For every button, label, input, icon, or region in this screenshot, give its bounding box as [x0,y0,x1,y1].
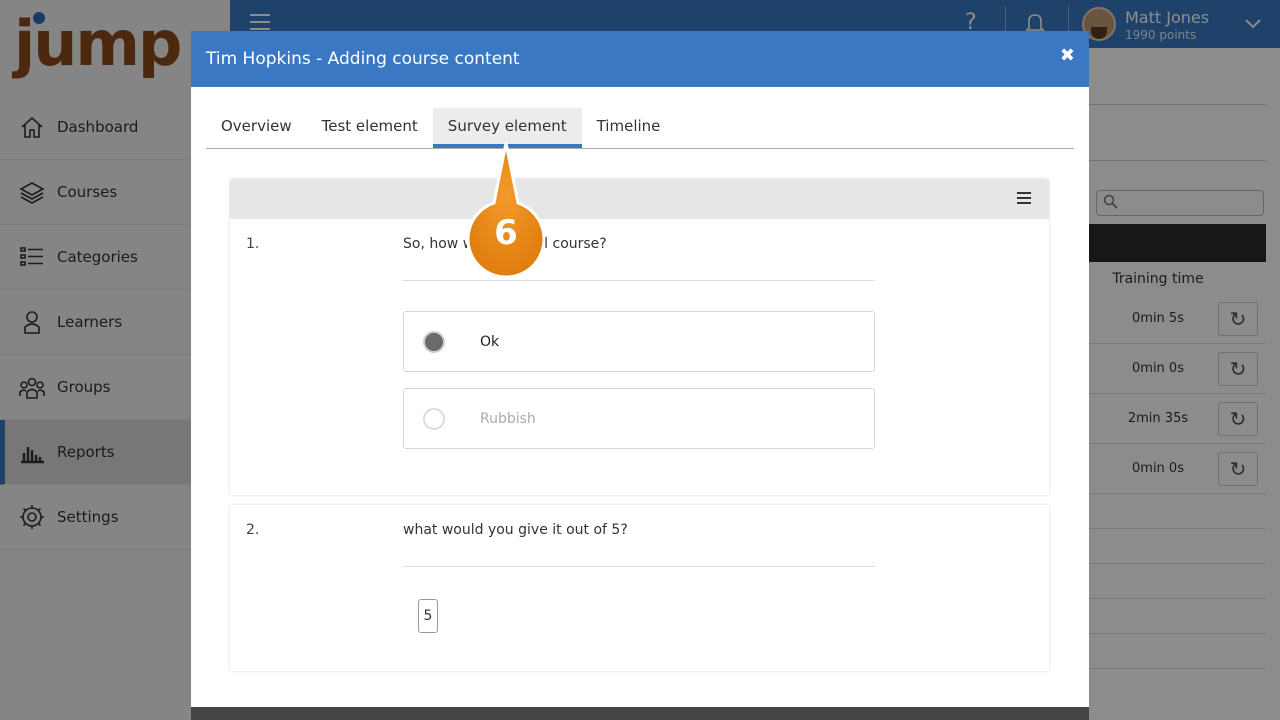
radio-button[interactable] [423,407,445,430]
modal-title: Tim Hopkins - Adding course content [206,49,520,69]
modal-header: Tim Hopkins - Adding course content ✖ [191,31,1089,87]
divider [403,566,875,567]
survey-option[interactable]: Ok [403,311,875,372]
option-label: Rubbish [480,410,536,427]
survey-question-card: 2. what would you give it out of 5? 5 [230,505,1049,671]
course-content-modal: Tim Hopkins - Adding course content ✖ Ov… [191,31,1089,720]
modal-footer [191,707,1089,720]
radio-button[interactable] [423,330,445,353]
tab-timeline[interactable]: Timeline [582,108,676,148]
callout-pointer-icon [466,142,546,279]
callout-step-number: 6 [494,213,518,253]
option-label: Ok [480,333,500,350]
question-text: what would you give it out of 5? [403,522,628,538]
modal-tabs: Overview Test element Survey element Tim… [206,108,1074,149]
step-callout: 6 [466,141,546,279]
question-number: 1. [246,236,260,252]
survey-question-card: 1. So, how w l course? Ok Rubbish [230,179,1049,495]
menu-icon[interactable] [1017,192,1031,207]
tab-test-element[interactable]: Test element [307,108,433,148]
divider [403,280,875,281]
card-toolbar [230,179,1049,219]
question-text-start: So, how w [403,236,475,252]
answer-value: 5 [418,599,438,633]
question-text-end: l course? [544,236,607,252]
question-number: 2. [246,522,260,538]
survey-option[interactable]: Rubbish [403,388,875,449]
close-icon[interactable]: ✖ [1060,45,1075,66]
tab-overview[interactable]: Overview [206,108,307,148]
